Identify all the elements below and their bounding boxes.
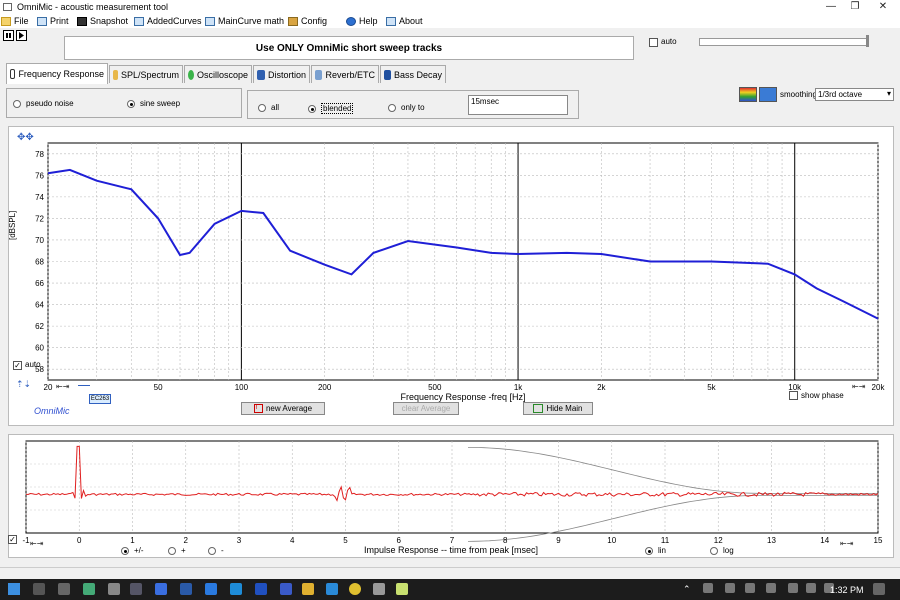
edge-icon[interactable]	[326, 583, 338, 595]
tray-icon-2[interactable]	[725, 583, 735, 593]
ir-x-tick-label: 6	[397, 536, 402, 545]
ir-range-end-arrows-icon[interactable]: ⇤⇥	[840, 539, 853, 548]
scale-log-option[interactable]: log	[710, 546, 734, 555]
volume-icon[interactable]	[806, 583, 816, 593]
ir-range-start-arrows-icon[interactable]: ⇤⇥	[30, 539, 43, 548]
clock: 1:32 PM	[830, 585, 864, 595]
tray-icon-3[interactable]	[745, 583, 755, 593]
chrome-icon[interactable]	[349, 583, 361, 595]
ir-x-tick-label: 14	[820, 536, 829, 545]
battery-icon[interactable]	[766, 583, 776, 593]
ir-x-tick-label: 7	[450, 536, 455, 545]
polarity-plus-minus-label: +/-	[134, 546, 144, 555]
ir-x-tick-label: 5	[343, 536, 348, 545]
ir-x-tick-label: 13	[767, 536, 776, 545]
polarity-plus-option[interactable]: +	[168, 546, 186, 555]
ir-x-tick-label: 1	[130, 536, 135, 545]
app-icon-blue[interactable]	[205, 583, 217, 595]
tray-icon-1[interactable]	[703, 583, 713, 593]
chevron-up-icon[interactable]: ⌃	[683, 584, 691, 595]
ir-x-tick-label: 15	[874, 536, 883, 545]
app-grey-icon[interactable]	[373, 583, 385, 595]
explorer-icon[interactable]	[302, 583, 314, 595]
zoom-icon[interactable]	[230, 583, 242, 595]
outlook-icon[interactable]	[180, 583, 192, 595]
mail-icon[interactable]	[155, 583, 167, 595]
ir-x-tick-label: 10	[607, 536, 616, 545]
ir-x-tick-label: 8	[503, 536, 508, 545]
polarity-minus-radio[interactable]	[208, 546, 216, 555]
scale-lin-radio[interactable]	[645, 546, 653, 555]
polarity-minus-option[interactable]: -	[208, 546, 224, 555]
ir-x-tick-label: -1	[22, 536, 30, 545]
polarity-plus-minus-option[interactable]: +/-	[121, 546, 144, 555]
scale-log-radio[interactable]	[710, 546, 718, 555]
ir-x-tick-label: 3	[237, 536, 242, 545]
polarity-plus-radio[interactable]	[168, 546, 176, 555]
wifi-icon[interactable]	[788, 583, 798, 593]
search-icon[interactable]	[33, 583, 45, 595]
impulse-response-chart: -1 0 1 2 3 4 5 6 7 8 9 10 11 12 13 14 15 Impulse Respons…	[22, 440, 883, 555]
task-view-icon[interactable]	[58, 583, 70, 595]
polarity-minus-label: -	[221, 546, 224, 555]
ir-x-tick-label: 12	[714, 536, 723, 545]
ir-x-tick-label: 2	[184, 536, 189, 545]
polarity-plus-minus-radio[interactable]	[121, 546, 129, 555]
ir-x-tick-label: 0	[77, 536, 82, 545]
polarity-plus-label: +	[181, 546, 186, 555]
ir-x-tick-label: 9	[556, 536, 561, 545]
word-icon[interactable]	[280, 583, 292, 595]
notifications-icon[interactable]	[873, 583, 885, 595]
ir-auto-checkbox[interactable]: ✓	[8, 535, 17, 544]
scale-log-label: log	[723, 546, 734, 555]
app-fu-icon[interactable]	[130, 583, 142, 595]
bag-icon[interactable]	[108, 583, 120, 595]
scale-lin-option[interactable]: lin	[645, 546, 666, 555]
ir-x-tick-label: 4	[290, 536, 295, 545]
windows-taskbar: ⌃ 1:32 PM	[0, 579, 900, 600]
security-icon[interactable]	[83, 583, 95, 595]
scale-lin-label: lin	[658, 546, 667, 555]
start-icon[interactable]	[8, 583, 20, 595]
sync-icon[interactable]	[255, 583, 267, 595]
ir-x-tick-label: 11	[661, 536, 670, 545]
ir-x-axis-label: Impulse Response -- time from peak [msec…	[364, 545, 538, 555]
omnimic-task-icon[interactable]	[396, 583, 408, 595]
status-bar	[0, 567, 900, 579]
